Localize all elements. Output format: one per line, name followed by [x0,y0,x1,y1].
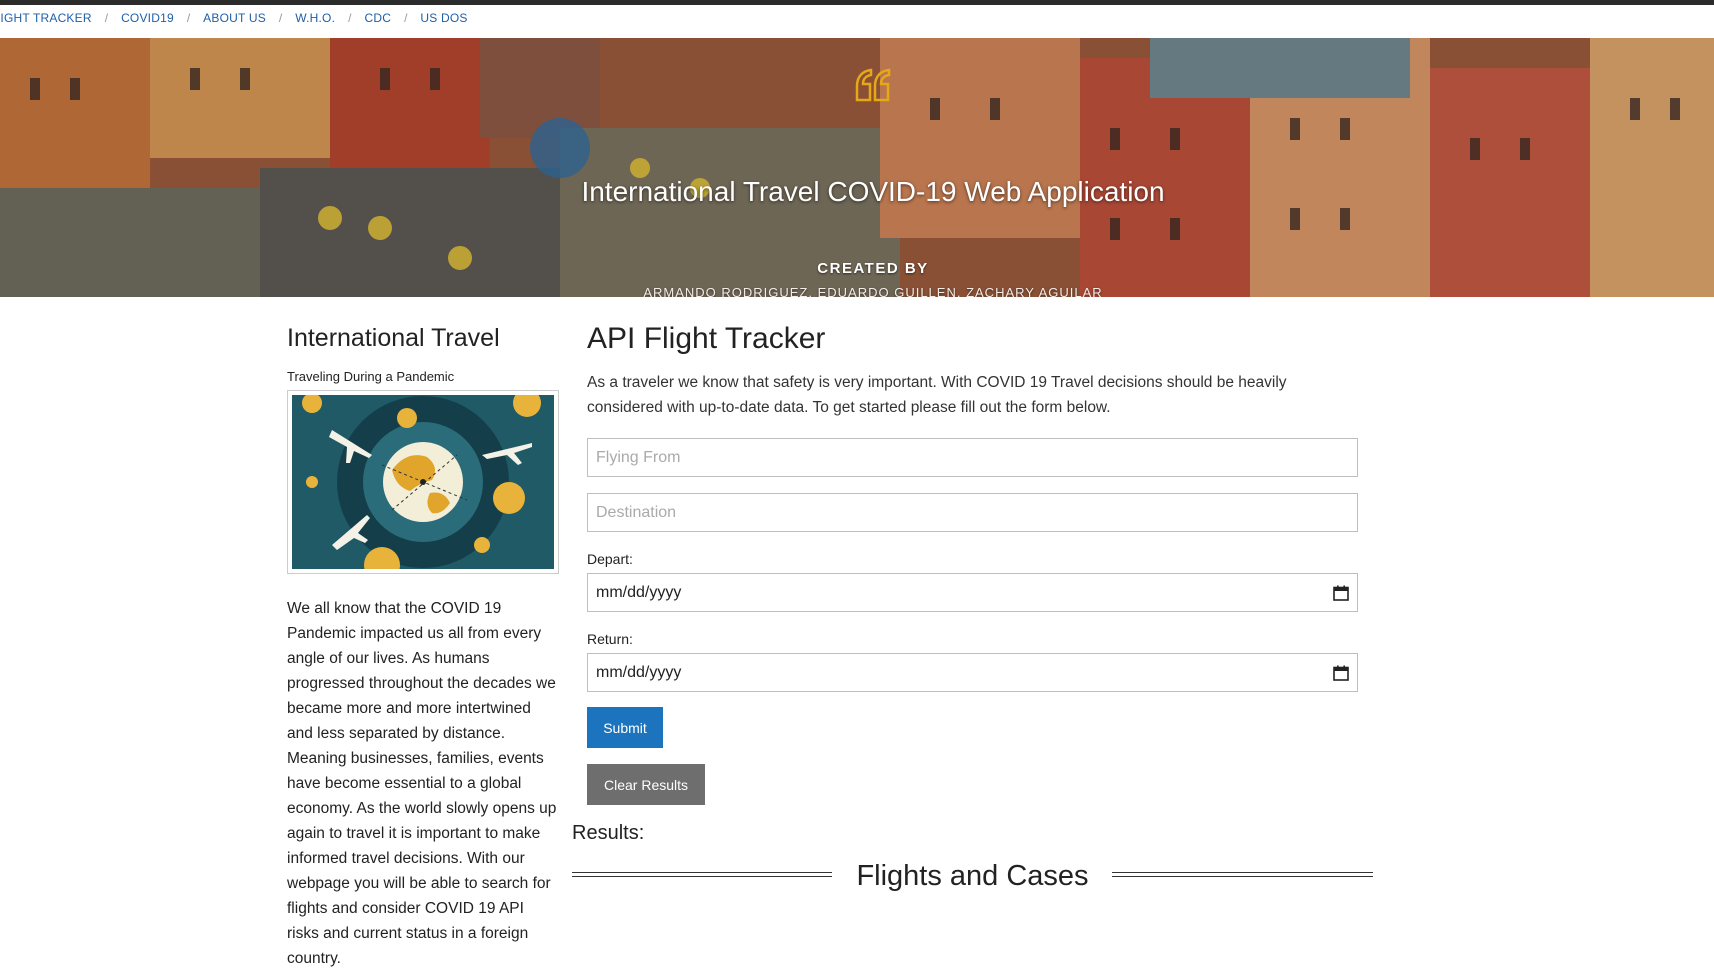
breadcrumb-separator: / [404,11,408,25]
sidebar-body-text: We all know that the COVID 19 Pandemic i… [287,600,557,967]
depart-label: Depart: [587,551,633,567]
sidebar-image-frame [287,389,559,583]
main-content: API Flight Tracker As a traveler we know… [587,322,1377,420]
breadcrumb-separator: / [348,11,352,25]
breadcrumb-separator: / [104,11,109,25]
sidebar: International Travel Traveling During a … [287,324,559,971]
nav-link-about-us[interactable]: ABOUT US [203,11,266,25]
clear-results-button[interactable]: Clear Results [587,764,705,805]
breadcrumb-separator: / [186,11,191,25]
nav-link-who[interactable]: W.H.O. [295,11,335,25]
created-by-label: CREATED BY [817,260,929,277]
nav-link-cdc[interactable]: CDC [364,11,391,25]
section-divider: Flights and Cases [572,858,1373,898]
submit-button[interactable]: Submit [587,707,663,748]
results-label: Results: [572,822,645,844]
depart-date-value: mm/dd/yyyy [596,583,682,601]
nav-link-covid19[interactable]: COVID19 [121,11,174,25]
globe-planes-virus-illustration-icon [292,389,554,583]
calendar-icon[interactable] [1333,585,1349,601]
quote-icon [855,68,891,102]
intro-text: As a traveler we know that safety is ver… [587,374,1287,416]
return-label: Return: [587,631,633,647]
hero-banner: International Travel COVID-19 Web Applic… [0,38,1714,297]
authors-list: ARMANDO RODRIGUEZ, EDUARDO GUILLEN, ZACH… [643,285,1103,297]
calendar-icon[interactable] [1333,665,1349,681]
nav-link-us-dos[interactable]: US DOS [420,11,467,25]
depart-date-input[interactable]: mm/dd/yyyy [587,573,1358,612]
breadcrumb-separator: / [278,11,283,25]
page-title: API Flight Tracker [587,322,826,355]
sidebar-subheading: Traveling During a Pandemic [287,369,455,384]
breadcrumb-nav: FLIGHT TRACKER / COVID19 / ABOUT US / W.… [0,11,468,25]
flying-from-input[interactable]: Flying From [587,438,1358,477]
top-nav-bar: FLIGHT TRACKER / COVID19 / ABOUT US / W.… [0,0,1714,38]
return-date-input[interactable]: mm/dd/yyyy [587,653,1358,692]
sidebar-heading: International Travel [287,324,500,352]
hero-title: International Travel COVID-19 Web Applic… [581,176,1165,207]
return-date-value: mm/dd/yyyy [596,663,682,681]
nav-link-flight-tracker[interactable]: FLIGHT TRACKER [0,11,92,25]
section-title: Flights and Cases [856,860,1089,892]
destination-input[interactable]: Destination [587,493,1358,532]
